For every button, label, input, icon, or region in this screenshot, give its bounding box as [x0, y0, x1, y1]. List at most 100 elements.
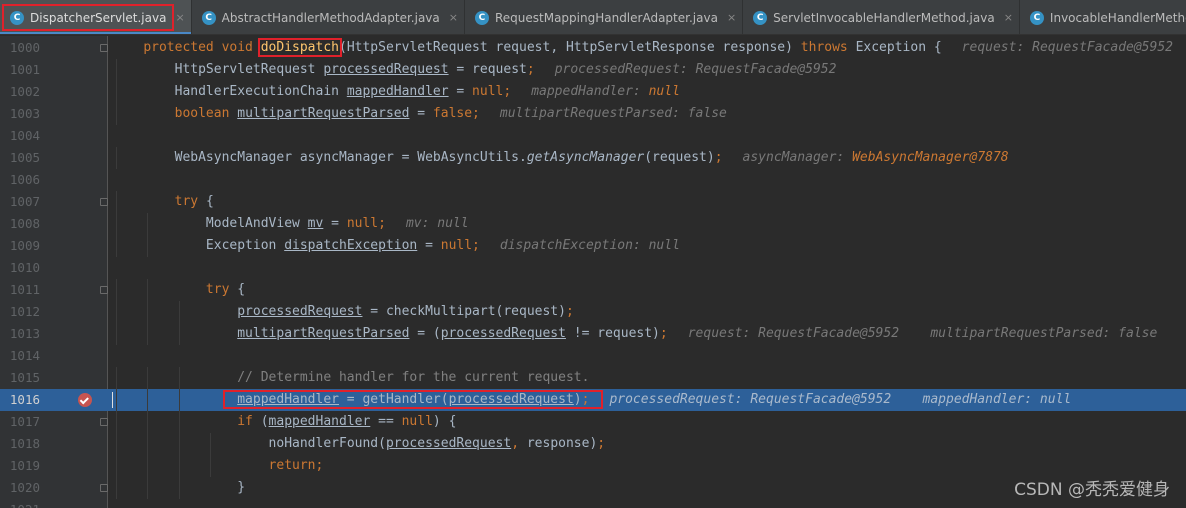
code-token: HttpServletRequest — [174, 62, 324, 77]
class-file-icon: C — [1029, 10, 1044, 25]
class-file-icon: C — [753, 10, 768, 25]
line-number[interactable]: 1002 — [0, 81, 40, 103]
code-token: getAsyncManager — [526, 150, 645, 165]
text-caret — [112, 392, 113, 408]
class-file-icon: C — [201, 10, 216, 25]
class-file-icon: C — [10, 10, 24, 25]
tab-dispatcherservlet[interactable]: C DispatcherServlet.java × — [0, 0, 192, 34]
code-line-1013[interactable]: 1013 multipartRequestParsed = (processed… — [0, 323, 1186, 345]
line-number[interactable]: 1006 — [0, 169, 40, 191]
fold-marker-icon[interactable] — [100, 418, 108, 426]
code-line-1016[interactable]: 1016 mappedHandler = getHandler(processe… — [0, 389, 1186, 411]
code-token: HandlerExecutionChain — [174, 84, 347, 99]
code-token: processedRequest — [448, 392, 574, 407]
line-number[interactable]: 1018 — [0, 433, 40, 455]
code-line-1006[interactable]: 1006 — [0, 169, 1186, 191]
code-token: ; — [659, 326, 668, 341]
line-number[interactable]: 1020 — [0, 477, 40, 499]
code-token: = ( — [409, 326, 441, 341]
code-line-1015[interactable]: 1015 // Determine handler for the curren… — [0, 367, 1186, 389]
code-token: multipartRequestParsed — [237, 106, 410, 121]
close-icon[interactable]: × — [449, 11, 458, 24]
code-token: = — [323, 216, 347, 231]
code-token: false; — [432, 106, 480, 121]
code-token: ; — [597, 436, 606, 451]
line-number[interactable]: 1015 — [0, 367, 40, 389]
debug-inline-object: null — [648, 84, 680, 99]
code-line-1012[interactable]: 1012 processedRequest = checkMultipart(r… — [0, 301, 1186, 323]
code-token: noHandlerFound( — [268, 436, 386, 451]
debug-inline-value: processedRequest: RequestFacade@5952 — [554, 62, 837, 77]
line-number[interactable]: 1001 — [0, 59, 40, 81]
tab-servletinvocablehandlermethod[interactable]: C ServletInvocableHandlerMethod.java × — [743, 0, 1020, 34]
code-token: try — [174, 194, 206, 209]
close-icon[interactable]: × — [175, 11, 184, 24]
code-token: ; — [565, 304, 574, 319]
tab-abstracthandlermethodadapter[interactable]: C AbstractHandlerMethodAdapter.java × — [192, 0, 465, 34]
code-token: Exception — [205, 238, 285, 253]
line-number[interactable]: 1003 — [0, 103, 40, 125]
code-token: , — [511, 436, 527, 451]
line-number[interactable]: 1009 — [0, 235, 40, 257]
code-text: return; — [112, 455, 324, 477]
close-icon[interactable]: × — [727, 11, 736, 24]
code-token: ) { — [432, 414, 457, 429]
line-number[interactable]: 1004 — [0, 125, 40, 147]
line-number[interactable]: 1021 — [0, 499, 40, 508]
line-number[interactable]: 1005 — [0, 147, 40, 169]
code-line-1003[interactable]: 1003 boolean multipartRequestParsed = fa… — [0, 103, 1186, 125]
tab-invocablehandlermethod[interactable]: CInvocableHandlerMethod.java× — [1020, 0, 1186, 34]
code-line-1005[interactable]: 1005 WebAsyncManager asyncManager = WebA… — [0, 147, 1186, 169]
line-number[interactable]: 1013 — [0, 323, 40, 345]
line-number[interactable]: 1007 — [0, 191, 40, 213]
code-line-1010[interactable]: 1010 — [0, 257, 1186, 279]
code-token: != request) — [565, 326, 660, 341]
code-token: processedRequest — [440, 326, 566, 341]
code-token: = — [409, 106, 433, 121]
class-file-icon: C — [474, 10, 489, 25]
code-token: Exception { — [855, 40, 942, 55]
code-token: // Determine handler for the current req… — [237, 370, 590, 385]
code-text: processedRequest = checkMultipart(reques… — [112, 301, 574, 323]
breakpoint-icon[interactable] — [78, 393, 92, 407]
debug-inline-value: processedRequest: RequestFacade@5952 map… — [609, 392, 1072, 407]
code-line-1018[interactable]: 1018 noHandlerFound(processedRequest, re… — [0, 433, 1186, 455]
code-line-1021[interactable]: 1021 — [0, 499, 1186, 508]
code-token: throws — [800, 40, 856, 55]
line-number[interactable]: 1011 — [0, 279, 40, 301]
code-line-1014[interactable]: 1014 — [0, 345, 1186, 367]
line-number[interactable]: 1012 — [0, 301, 40, 323]
code-line-1007[interactable]: 1007 try { — [0, 191, 1186, 213]
code-line-1004[interactable]: 1004 — [0, 125, 1186, 147]
fold-marker-icon[interactable] — [100, 44, 108, 52]
line-number[interactable]: 1019 — [0, 455, 40, 477]
line-number[interactable]: 1008 — [0, 213, 40, 235]
fold-marker-icon[interactable] — [100, 198, 108, 206]
code-line-1001[interactable]: 1001 HttpServletRequest processedRequest… — [0, 59, 1186, 81]
code-token: null — [401, 414, 433, 429]
line-number[interactable]: 1000 — [0, 37, 40, 59]
close-icon[interactable]: × — [1004, 11, 1013, 24]
code-token: ; — [526, 62, 535, 77]
code-editor[interactable]: 1000 protected void doDispatch(HttpServl… — [0, 36, 1186, 508]
code-token: protected void — [143, 40, 261, 55]
code-line-1011[interactable]: 1011 try { — [0, 279, 1186, 301]
fold-marker-icon[interactable] — [100, 286, 108, 294]
line-number[interactable]: 1017 — [0, 411, 40, 433]
code-line-1019[interactable]: 1019 return; — [0, 455, 1186, 477]
code-token: mappedHandler — [346, 84, 449, 99]
code-text: Exception dispatchException = null; dispa… — [112, 235, 680, 257]
code-line-1000[interactable]: 1000 protected void doDispatch(HttpServl… — [0, 37, 1186, 59]
code-line-1009[interactable]: 1009 Exception dispatchException = null;… — [0, 235, 1186, 257]
tab-requestmappinghandleradapter[interactable]: C RequestMappingHandlerAdapter.java × — [465, 0, 744, 34]
code-line-1008[interactable]: 1008 ModelAndView mv = null; mv: null — [0, 213, 1186, 235]
line-number[interactable]: 1014 — [0, 345, 40, 367]
tab-label: DispatcherServlet.java — [30, 10, 167, 25]
line-number[interactable]: 1016 — [0, 389, 40, 411]
fold-marker-icon[interactable] — [100, 484, 108, 492]
code-token: mappedHandler — [237, 392, 339, 407]
code-line-1020[interactable]: 1020 } — [0, 477, 1186, 499]
code-line-1017[interactable]: 1017 if (mappedHandler == null) { — [0, 411, 1186, 433]
line-number[interactable]: 1010 — [0, 257, 40, 279]
code-line-1002[interactable]: 1002 HandlerExecutionChain mappedHandler… — [0, 81, 1186, 103]
